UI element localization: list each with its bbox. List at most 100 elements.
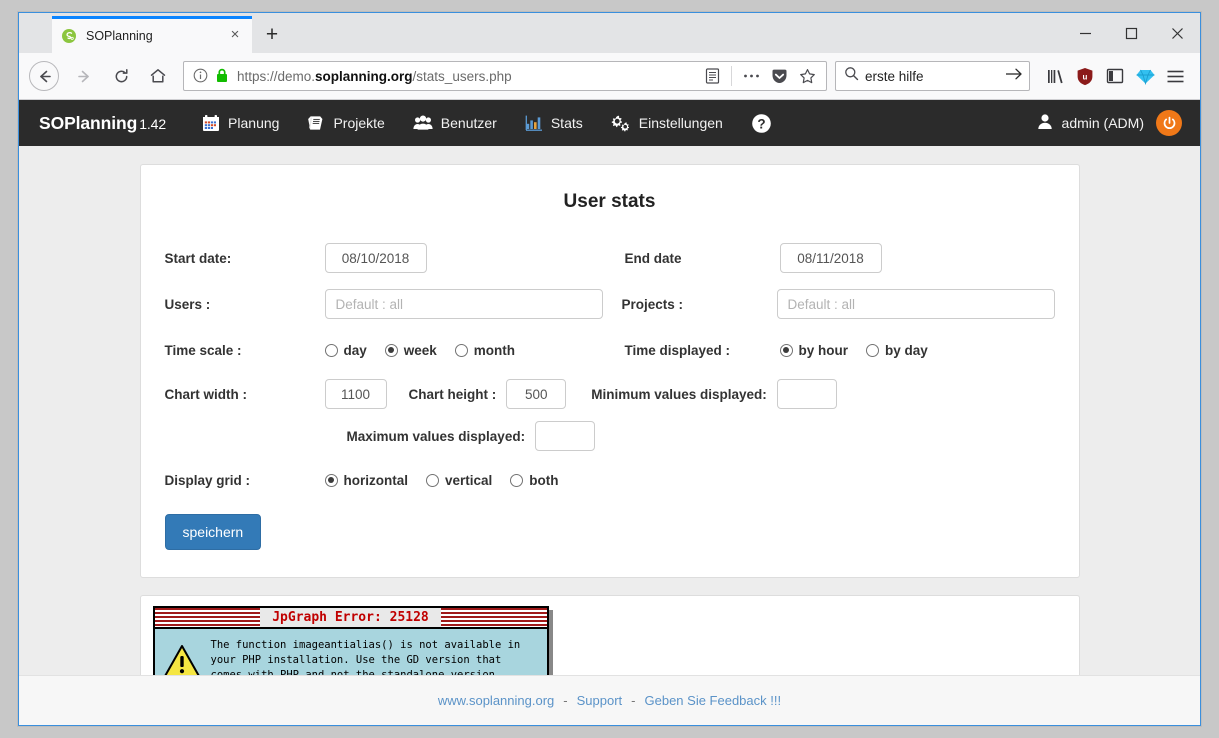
nav-item-label: Projekte [333, 115, 384, 131]
nav-item-planung[interactable]: Planung [188, 100, 293, 146]
display-grid-option-vertical[interactable]: vertical [426, 473, 492, 488]
window-controls [1062, 13, 1200, 53]
forward-arrow-icon[interactable] [68, 60, 100, 92]
form-row-users-projects: Users : Projects : [165, 285, 1055, 323]
jpgraph-error-title: JpGraph Error: 25128 [260, 608, 441, 627]
time-displayed-option-by-hour[interactable]: by hour [780, 343, 849, 358]
projects-input[interactable] [777, 289, 1055, 319]
soplanning-favicon-icon [60, 28, 77, 45]
tab-close-icon[interactable]: × [226, 27, 244, 45]
url-bar[interactable]: https://demo.soplanning.org/stats_users.… [183, 61, 827, 91]
magnifier-icon [844, 66, 859, 86]
warning-triangle-icon [163, 638, 207, 675]
radio-label: by day [885, 343, 928, 358]
browser-navigation-bar: https://demo.soplanning.org/stats_users.… [19, 53, 1200, 100]
time-scale-radio-group: day week month [325, 343, 516, 358]
projects-label: Projects : [622, 297, 777, 312]
footer-link-support[interactable]: Support [577, 693, 623, 708]
reload-icon[interactable] [105, 60, 137, 92]
library-icon[interactable] [1040, 61, 1070, 91]
url-text: https://demo.soplanning.org/stats_users.… [237, 69, 699, 84]
chart-width-input[interactable] [325, 379, 387, 409]
page-content: User stats Start date: End date User [19, 146, 1200, 675]
svg-text:?: ? [757, 116, 765, 131]
time-scale-option-month[interactable]: month [455, 343, 515, 358]
user-icon [1037, 113, 1053, 133]
home-icon[interactable] [142, 60, 174, 92]
page-viewport: SOPlanning1.42 Planung Projekte Benutzer [19, 100, 1200, 725]
radio-label: month [474, 343, 515, 358]
ellipsis-icon[interactable] [738, 63, 764, 89]
users-label: Users : [165, 297, 325, 312]
radio-label: vertical [445, 473, 492, 488]
radio-label: day [344, 343, 367, 358]
time-scale-label: Time scale : [165, 343, 325, 358]
app-brand[interactable]: SOPlanning1.42 [39, 113, 166, 134]
time-scale-option-day[interactable]: day [325, 343, 367, 358]
gem-icon[interactable] [1130, 61, 1160, 91]
display-grid-label: Display grid : [165, 473, 325, 488]
display-grid-option-horizontal[interactable]: horizontal [325, 473, 409, 488]
maximize-icon[interactable] [1108, 13, 1154, 53]
back-arrow-icon[interactable] [29, 61, 59, 91]
arrow-right-icon[interactable] [1005, 67, 1023, 86]
nav-item-einstellungen[interactable]: Einstellungen [597, 100, 737, 146]
maximum-values-label: Maximum values displayed: [347, 429, 526, 444]
chart-result-panel: JpGraph Error: 25128 The function imagea… [140, 595, 1080, 675]
new-tab-button[interactable]: + [256, 19, 288, 51]
tab-strip: SOPlanning × + [19, 13, 1200, 53]
page-title: User stats [165, 191, 1055, 213]
form-row-timescale: Time scale : day week month Time display… [165, 331, 1055, 369]
nav-item-label: Stats [551, 115, 583, 131]
footer-link-website[interactable]: www.soplanning.org [438, 693, 554, 708]
users-input[interactable] [325, 289, 603, 319]
pocket-icon[interactable] [766, 63, 792, 89]
end-date-input[interactable] [780, 243, 882, 273]
time-scale-option-week[interactable]: week [385, 343, 437, 358]
nav-item-stats[interactable]: Stats [511, 100, 597, 146]
minimum-values-input[interactable] [777, 379, 837, 409]
info-circle-icon[interactable] [193, 68, 209, 84]
form-row-max-values: Maximum values displayed: [165, 417, 1055, 455]
user-menu[interactable]: admin (ADM) [1037, 113, 1156, 133]
hamburger-menu-icon[interactable] [1160, 61, 1190, 91]
jpgraph-error-message: The function imageantialias() is not ava… [207, 638, 537, 675]
search-input[interactable]: erste hilfe [865, 69, 1005, 84]
browser-window: SOPlanning × + [18, 12, 1201, 726]
form-row-display-grid: Display grid : horizontal vertical both [165, 461, 1055, 499]
save-button[interactable]: speichern [165, 514, 262, 550]
star-icon[interactable] [794, 63, 820, 89]
brand-name: SOPlanning [39, 113, 137, 133]
radio-label: both [529, 473, 558, 488]
users-icon [413, 114, 433, 132]
close-icon[interactable] [1154, 13, 1200, 53]
browser-tab[interactable]: SOPlanning × [52, 16, 252, 53]
help-circle-icon: ? [751, 113, 772, 134]
tab-title: SOPlanning [86, 29, 226, 43]
reader-view-icon[interactable] [699, 63, 725, 89]
time-displayed-option-by-day[interactable]: by day [866, 343, 928, 358]
help-button[interactable]: ? [737, 100, 786, 146]
start-date-input[interactable] [325, 243, 427, 273]
stats-form-panel: User stats Start date: End date User [140, 164, 1080, 578]
power-icon[interactable] [1156, 110, 1182, 136]
end-date-label: End date [625, 251, 780, 266]
padlock-icon[interactable] [215, 68, 231, 84]
chart-height-input[interactable] [506, 379, 566, 409]
minimize-icon[interactable] [1062, 13, 1108, 53]
chart-height-label: Chart height : [409, 387, 497, 402]
radio-dot [866, 344, 879, 357]
radio-label: by hour [799, 343, 849, 358]
search-bar[interactable]: erste hilfe [835, 61, 1030, 91]
browser-toolbar-icons: u [1040, 61, 1190, 91]
maximum-values-input[interactable] [535, 421, 595, 451]
sidebar-icon[interactable] [1100, 61, 1130, 91]
gears-icon [611, 114, 631, 132]
footer-link-feedback[interactable]: Geben Sie Feedback !!! [645, 693, 782, 708]
display-grid-option-both[interactable]: both [510, 473, 558, 488]
calendar-icon [202, 114, 220, 132]
nav-item-benutzer[interactable]: Benutzer [399, 100, 511, 146]
ublock-origin-icon[interactable]: u [1070, 61, 1100, 91]
nav-item-projekte[interactable]: Projekte [293, 100, 398, 146]
minimum-values-label: Minimum values displayed: [591, 387, 767, 402]
